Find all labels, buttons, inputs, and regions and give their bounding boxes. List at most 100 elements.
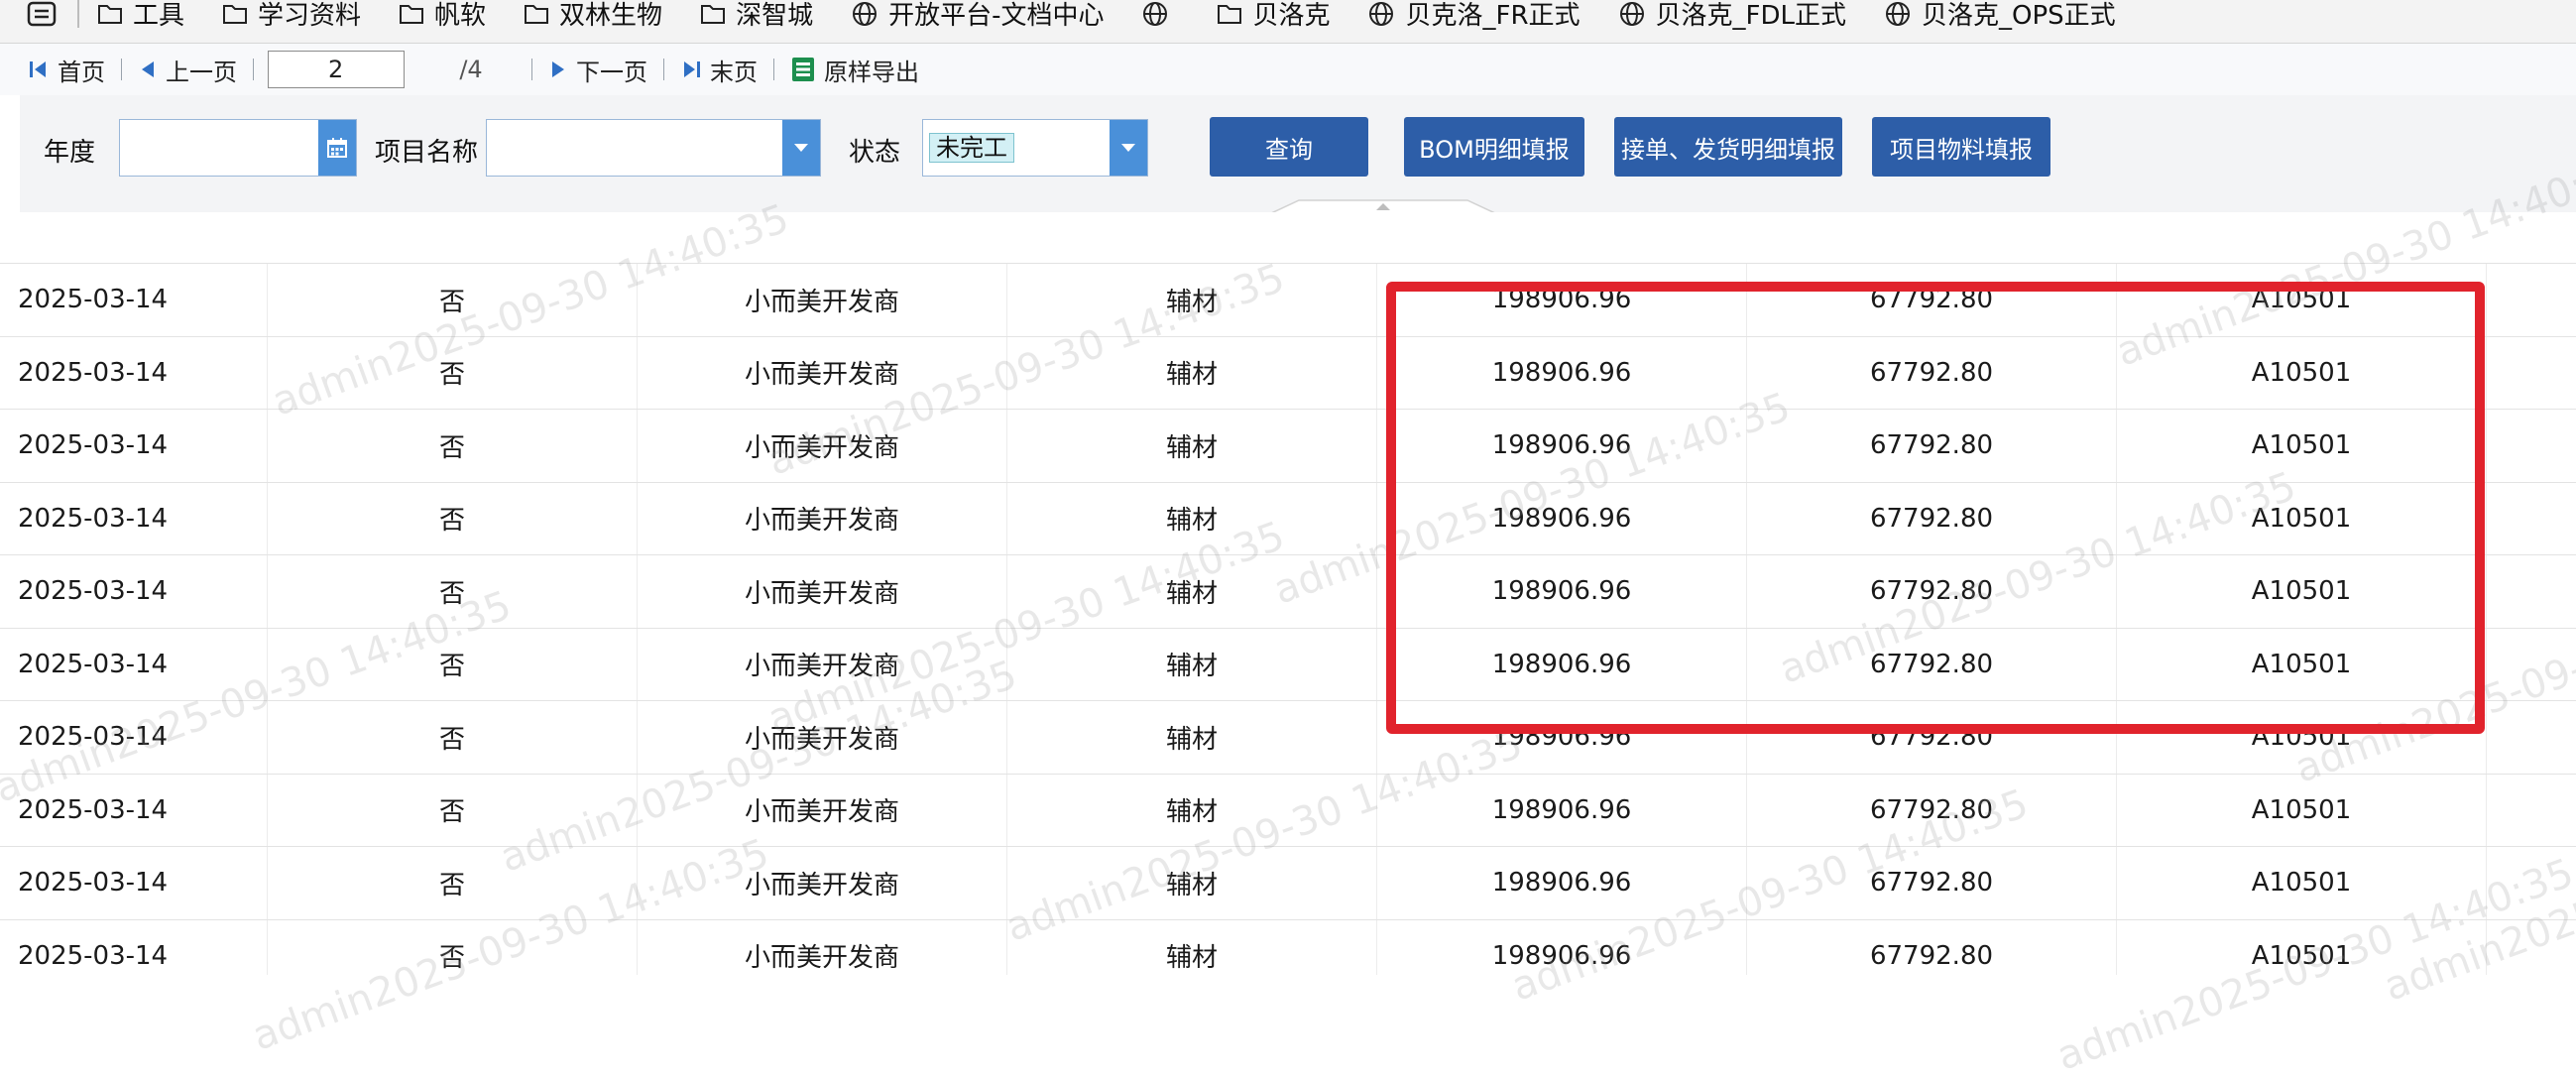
bookmark-item[interactable]: 双林生物 <box>524 0 662 36</box>
globe-icon <box>851 0 888 28</box>
empty-cell <box>2487 920 2576 976</box>
first-page-button[interactable]: 首页 <box>22 50 111 89</box>
bookmark-item[interactable]: 贝克洛_FR正式 <box>1367 0 1581 36</box>
material-type-cell: 辅材 <box>1007 847 1377 919</box>
status-label: 状态 <box>849 138 901 168</box>
globe-icon <box>1884 0 1922 28</box>
code-cell: A10501 <box>2117 774 2487 846</box>
year-date-input[interactable] <box>119 119 357 177</box>
amount-cell: 198906.96 <box>1377 628 1747 700</box>
status-select[interactable]: 未完工 <box>922 119 1148 177</box>
bom-detail-button[interactable]: BOM明细填报 <box>1404 117 1584 177</box>
empty-cell <box>2487 847 2576 919</box>
material-type-cell: 辅材 <box>1007 264 1377 336</box>
material-type-cell: 辅材 <box>1007 410 1377 482</box>
folder-icon <box>399 2 434 26</box>
query-button[interactable]: 查询 <box>1210 117 1368 177</box>
bookmark-label: 贝洛克 <box>1252 1 1331 31</box>
page-total: /4 <box>459 56 483 83</box>
cost-cell: 67792.80 <box>1747 264 2117 336</box>
flag-cell: 否 <box>268 701 638 774</box>
folder-icon <box>1217 2 1252 26</box>
order-shipment-button[interactable]: 接单、发货明细填报 <box>1614 117 1842 177</box>
code-cell: A10501 <box>2117 628 2487 700</box>
page-number-input[interactable]: 2 <box>268 51 405 88</box>
report-grid: 2025-03-14 否小而美开发商 辅材 198906.96 67792.80 A105… <box>0 212 2576 975</box>
bookmark-label: 贝克洛_FR正式 <box>1405 1 1581 31</box>
cost-cell: 67792.80 <box>1747 774 2117 846</box>
chevron-down-icon <box>1121 144 1135 152</box>
bookmark-item[interactable]: 贝洛克 <box>1217 0 1330 36</box>
bookmark-item[interactable]: 帆软 <box>399 0 486 36</box>
prev-page-button[interactable]: 上一页 <box>132 50 243 89</box>
material-type-cell: 辅材 <box>1007 336 1377 409</box>
calendar-button[interactable] <box>318 120 356 176</box>
developer-cell: 小而美开发商 <box>638 701 1007 774</box>
bookmark-item[interactable] <box>1141 0 1179 36</box>
last-page-button[interactable]: 末页 <box>674 50 763 89</box>
export-button[interactable]: 原样导出 <box>784 50 925 89</box>
code-cell: A10501 <box>2117 555 2487 628</box>
table-row: 2025-03-14 否小而美开发商 辅材 198906.96 67792.80 A105… <box>0 336 2576 410</box>
material-type-cell: 辅材 <box>1007 555 1377 628</box>
bookmark-label: 学习资料 <box>258 1 362 31</box>
bookmark-item[interactable]: 深智城 <box>700 0 813 36</box>
flag-cell: 否 <box>268 264 638 336</box>
code-cell: A10501 <box>2117 336 2487 409</box>
amount-cell: 198906.96 <box>1377 482 1747 554</box>
cost-cell: 67792.80 <box>1747 919 2117 975</box>
developer-cell: 小而美开发商 <box>638 628 1007 700</box>
prev-page-label: 上一页 <box>166 58 237 86</box>
bookmark-item[interactable]: 开放平台-文档中心 <box>851 0 1104 36</box>
pager-divider <box>253 59 254 80</box>
material-type-cell: 辅材 <box>1007 774 1377 846</box>
table-row: 2025-03-14 否小而美开发商 辅材 198906.96 67792.80 A105… <box>0 701 2576 775</box>
material-type-cell: 辅材 <box>1007 701 1377 774</box>
developer-cell: 小而美开发商 <box>638 410 1007 482</box>
prev-page-icon <box>142 61 154 77</box>
table-row: 2025-03-14 否小而美开发商 辅材 198906.96 67792.80 A105… <box>0 264 2576 337</box>
empty-cell <box>2487 337 2576 410</box>
globe-icon <box>1367 0 1405 28</box>
last-page-icon <box>684 61 700 77</box>
material-type-cell: 辅材 <box>1007 919 1377 975</box>
date-cell: 2025-03-14 <box>0 701 268 774</box>
code-cell: A10501 <box>2117 847 2487 919</box>
cost-cell: 67792.80 <box>1747 701 2117 774</box>
date-cell: 2025-03-14 <box>0 410 268 482</box>
bookmark-label: 双林生物 <box>559 1 663 31</box>
code-cell: A10501 <box>2117 701 2487 774</box>
amount-cell: 198906.96 <box>1377 555 1747 628</box>
first-page-label: 首页 <box>58 58 105 86</box>
project-name-select[interactable] <box>486 119 821 177</box>
flag-cell: 否 <box>268 628 638 700</box>
bookmark-label: 贝洛克_OPS正式 <box>1921 1 2116 31</box>
next-page-label: 下一页 <box>576 58 647 86</box>
empty-cell <box>2487 483 2576 555</box>
grid-header <box>0 212 2576 264</box>
cost-cell: 67792.80 <box>1747 482 2117 554</box>
bookmark-item[interactable]: 学习资料 <box>222 0 361 36</box>
developer-cell: 小而美开发商 <box>638 774 1007 846</box>
empty-cell <box>2487 701 2576 774</box>
flag-cell: 否 <box>268 774 638 846</box>
bookmarks-divider <box>77 0 79 28</box>
bookmark-label: 开放平台-文档中心 <box>888 1 1105 31</box>
developer-cell: 小而美开发商 <box>638 482 1007 554</box>
tab-list-icon[interactable] <box>24 0 59 30</box>
material-type-cell: 辅材 <box>1007 628 1377 700</box>
flag-cell: 否 <box>268 847 638 919</box>
flag-cell: 否 <box>268 919 638 975</box>
bookmark-item[interactable]: 贝洛克_FDL正式 <box>1618 0 1846 36</box>
bookmark-item[interactable]: 工具 <box>97 0 184 36</box>
status-dropdown-button[interactable] <box>1110 120 1147 176</box>
empty-cell <box>2487 555 2576 628</box>
project-material-button[interactable]: 项目物料填报 <box>1872 117 2050 177</box>
pager-divider <box>663 59 664 80</box>
next-page-button[interactable]: 下一页 <box>542 50 653 89</box>
project-dropdown-button[interactable] <box>782 120 820 176</box>
amount-cell: 198906.96 <box>1377 264 1747 336</box>
developer-cell: 小而美开发商 <box>638 919 1007 975</box>
status-tag: 未完工 <box>929 133 1014 163</box>
bookmark-item[interactable]: 贝洛克_OPS正式 <box>1884 0 2116 36</box>
